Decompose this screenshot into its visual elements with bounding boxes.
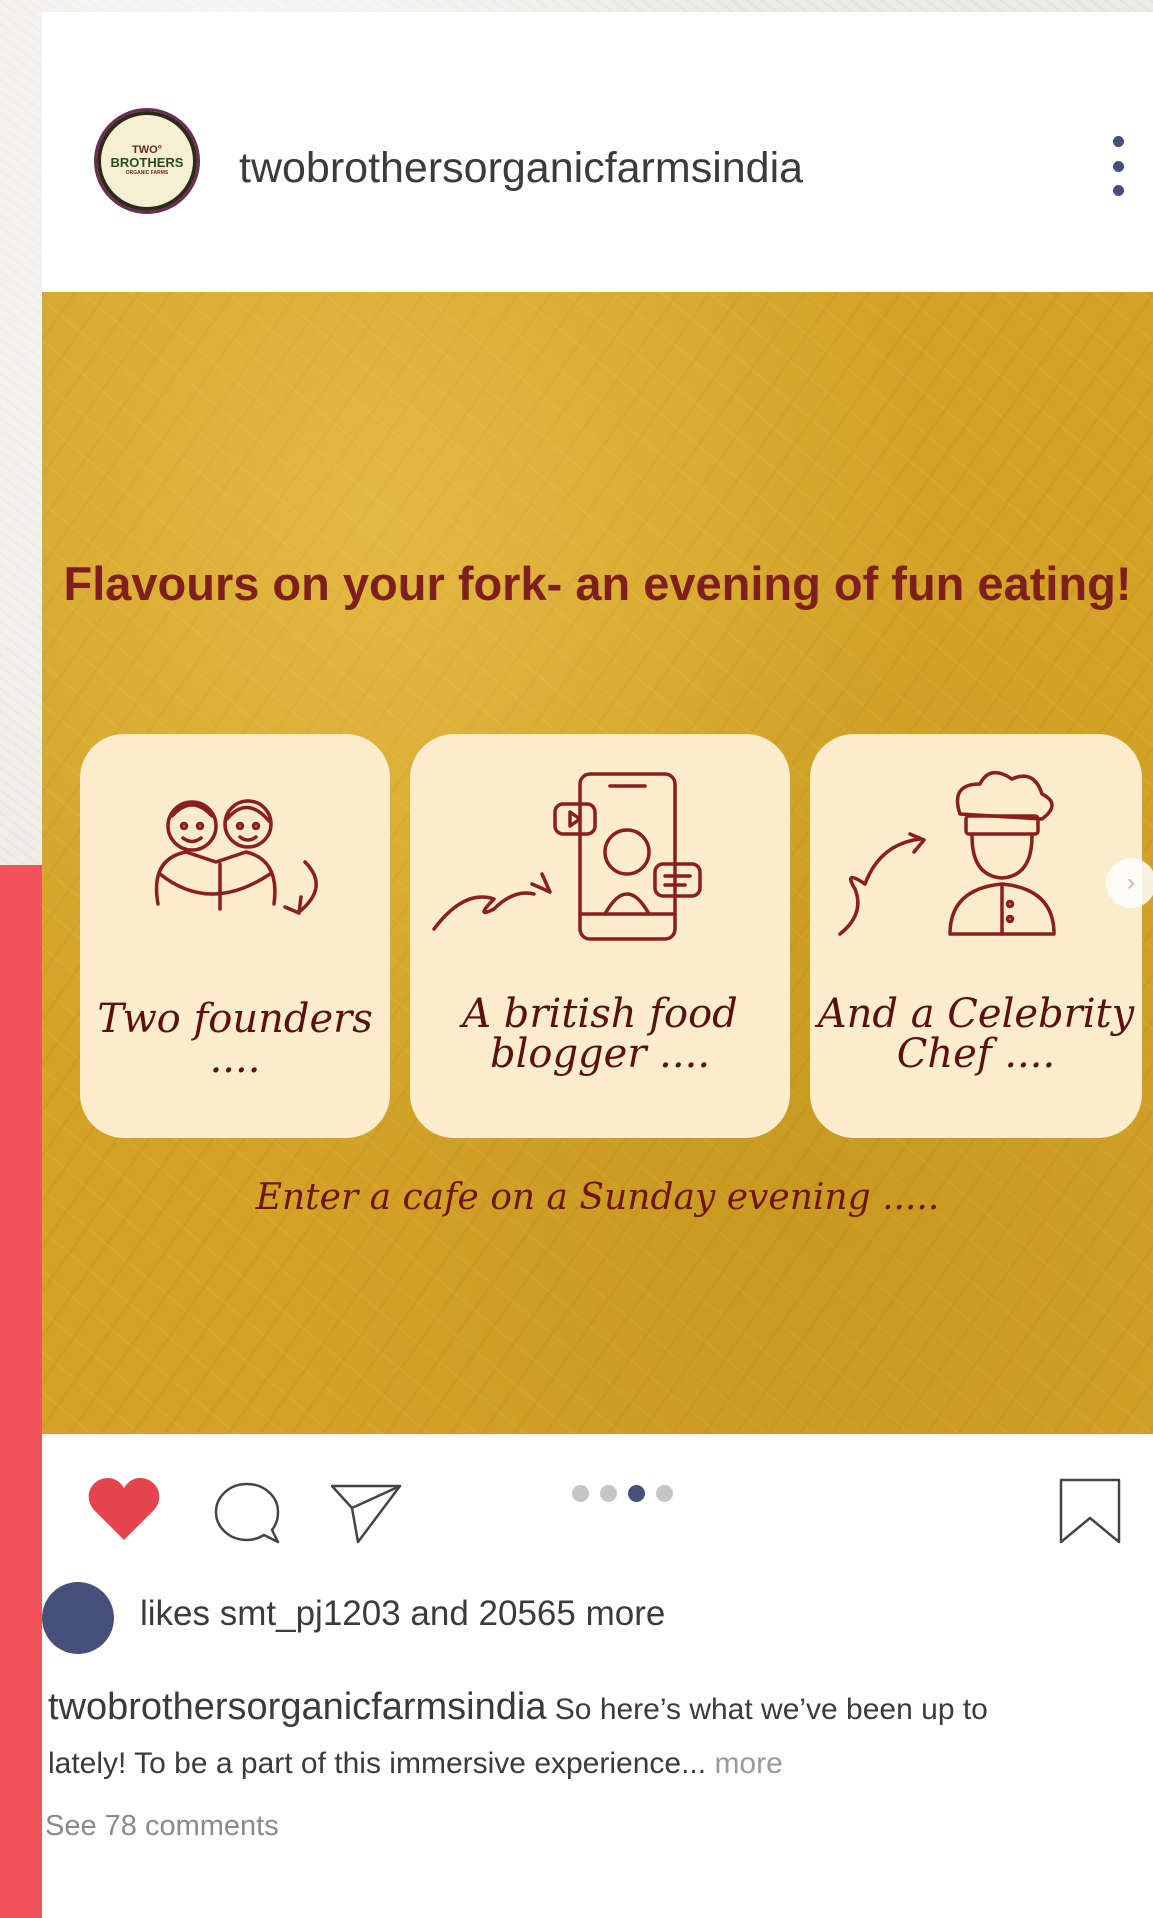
comment-icon[interactable] <box>212 1480 282 1546</box>
caption-username[interactable]: twobrothersorganicfarmsindia <box>48 1686 546 1728</box>
post-title: Flavours on your fork- an evening of fun… <box>63 557 1132 610</box>
panel-label: Two founders .... <box>97 996 373 1082</box>
post-caption: twobrothersorganicfarmsindia So here’s w… <box>48 1680 1068 1791</box>
carousel-dot <box>572 1485 589 1502</box>
logo-text: ORGANIC FARMS <box>125 170 169 176</box>
bookmark-icon[interactable] <box>1057 1478 1123 1544</box>
carousel-next-button[interactable]: › <box>1106 858 1153 908</box>
panel-chef: And a Celebrity Chef .... <box>810 734 1142 1138</box>
panel-label: A british food blogger .... <box>462 991 738 1077</box>
post-image[interactable]: Flavours on your fork- an evening of fun… <box>42 292 1153 1434</box>
liker-avatar[interactable] <box>42 1582 114 1654</box>
phone-blogger-icon <box>432 772 702 941</box>
two-people-icon <box>154 799 318 915</box>
logo-text: BROTHERS <box>110 155 184 170</box>
carousel-dot <box>656 1485 673 1502</box>
view-comments-link[interactable]: See 78 comments <box>45 1810 279 1843</box>
likes-count[interactable]: likes smt_pj1203 and 20565 more <box>140 1594 665 1634</box>
chef-icon <box>838 770 1056 936</box>
carousel-dot <box>600 1485 617 1502</box>
action-bar <box>42 1434 1153 1554</box>
chevron-right-icon: › <box>1127 869 1135 896</box>
carousel-dot-active <box>628 1485 645 1502</box>
panel-founders: Two founders .... <box>80 734 390 1138</box>
panel-blogger: A british food blogger .... <box>410 734 790 1138</box>
profile-avatar[interactable]: TWO° BROTHERS ORGANIC FARMS <box>94 108 200 214</box>
caption-more-link[interactable]: more <box>714 1747 782 1780</box>
carousel-indicator <box>572 1485 673 1502</box>
send-icon[interactable] <box>328 1480 404 1546</box>
post-username[interactable]: twobrothersorganicfarmsindia <box>239 144 803 193</box>
accent-strip <box>0 865 42 1918</box>
panel-label: And a Celebrity Chef .... <box>817 991 1135 1077</box>
heart-icon[interactable] <box>88 1476 160 1542</box>
post-footer-text: Enter a cafe on a Sunday evening ..... <box>255 1177 940 1218</box>
more-options-icon[interactable] <box>1108 136 1128 196</box>
post-header: TWO° BROTHERS ORGANIC FARMS twobrotherso… <box>42 12 1153 292</box>
